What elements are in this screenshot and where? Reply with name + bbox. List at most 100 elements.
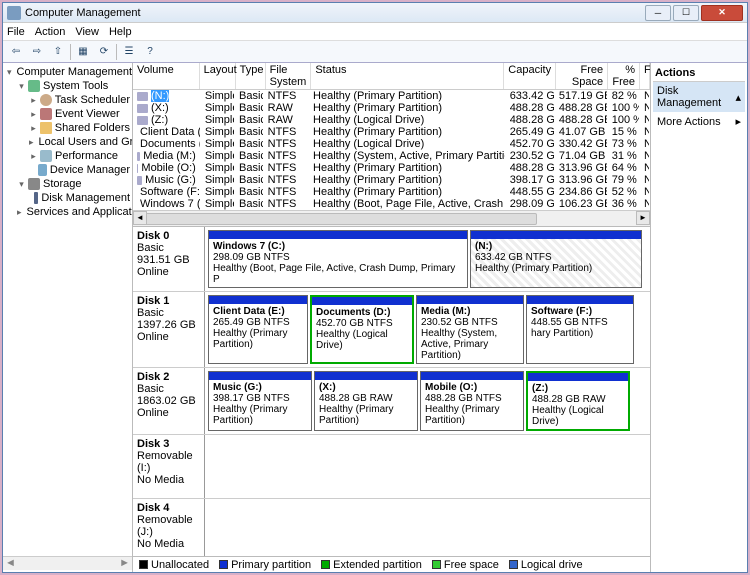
volume-row[interactable]: (N:)SimpleBasicNTFSHealthy (Primary Part… [133, 90, 650, 102]
disk-row[interactable]: Disk 3Removable (I:)No Media [133, 435, 650, 499]
back-icon[interactable]: ⇦ [7, 43, 25, 61]
volume-scrollbar[interactable]: ◄► [133, 210, 650, 226]
partition-health: Healthy (Primary Partition) [475, 263, 637, 274]
disk-status: Online [137, 407, 200, 419]
partition-name: Documents (D:) [316, 307, 408, 318]
help-icon[interactable]: ? [141, 43, 159, 61]
tree-node[interactable]: ▸Services and Applicati [3, 205, 132, 219]
partition[interactable]: (N:)633.42 GB NTFSHealthy (Primary Parti… [470, 230, 642, 288]
list-icon[interactable]: ☰ [120, 43, 138, 61]
partition[interactable]: Documents (D:)452.70 GB NTFSHealthy (Log… [310, 295, 414, 364]
expand-icon[interactable]: ▸ [29, 95, 38, 106]
tree-node[interactable]: ▸Local Users and Gr [3, 135, 132, 149]
volume-list[interactable]: Volume Layout Type File System Status Ca… [133, 63, 650, 227]
action-item[interactable]: More Actions▸ [653, 112, 745, 131]
menu-view[interactable]: View [75, 26, 99, 38]
col-filesystem[interactable]: File System [266, 63, 312, 89]
tree-node[interactable]: Disk Management [3, 191, 132, 205]
disk-map[interactable]: Disk 0Basic931.51 GBOnlineWindows 7 (C:)… [133, 227, 650, 556]
tree-label: Computer Management [17, 66, 132, 78]
partition-bar [421, 372, 523, 380]
legend-label: Extended partition [333, 559, 422, 571]
partition[interactable]: Windows 7 (C:)298.09 GB NTFSHealthy (Boo… [208, 230, 468, 288]
menu-help[interactable]: Help [109, 26, 132, 38]
partition[interactable]: Mobile (O:)488.28 GB NTFSHealthy (Primar… [420, 371, 524, 431]
volume-row[interactable]: (Z:)SimpleBasicRAWHealthy (Logical Drive… [133, 114, 650, 126]
disk-type: Removable (J:) [137, 514, 200, 538]
maximize-button[interactable]: ☐ [673, 5, 699, 21]
expand-icon[interactable]: ▾ [17, 179, 26, 190]
tree-node[interactable]: ▾ Computer Management [3, 65, 132, 79]
volume-row[interactable]: Windows 7 (C:)SimpleBasicNTFSHealthy (Bo… [133, 198, 650, 210]
tree-node[interactable]: ▾System Tools [3, 79, 132, 93]
col-status[interactable]: Status [311, 63, 504, 89]
tree-node[interactable]: ▸Shared Folders [3, 121, 132, 135]
expand-icon[interactable]: ▸ [29, 137, 34, 148]
disk-header[interactable]: Disk 1Basic1397.26 GBOnline [133, 292, 205, 367]
disk-header[interactable]: Disk 3Removable (I:)No Media [133, 435, 205, 498]
disk-row[interactable]: Disk 4Removable (J:)No Media [133, 499, 650, 556]
volume-row[interactable]: Mobile (O:)SimpleBasicNTFSHealthy (Prima… [133, 162, 650, 174]
volume-row[interactable]: Client Data (E:)SimpleBasicNTFSHealthy (… [133, 126, 650, 138]
navigation-tree[interactable]: ▾ Computer Management▾System Tools▸Task S… [3, 63, 133, 572]
partition[interactable]: (X:)488.28 GB RAWHealthy (Primary Partit… [314, 371, 418, 431]
disk-header[interactable]: Disk 0Basic931.51 GBOnline [133, 227, 205, 291]
disk-type: Removable (I:) [137, 450, 200, 474]
volume-row[interactable]: Software (F:)SimpleBasicNTFSHealthy (Pri… [133, 186, 650, 198]
tree-node[interactable]: ▾Storage [3, 177, 132, 191]
partition-name: Mobile (O:) [425, 382, 519, 393]
tree-label: Event Viewer [55, 108, 120, 120]
up-icon[interactable]: ⇧ [49, 43, 67, 61]
forward-icon[interactable]: ⇨ [28, 43, 46, 61]
volume-row[interactable]: (X:)SimpleBasicRAWHealthy (Primary Parti… [133, 102, 650, 114]
tree-node[interactable]: ▸ Event Viewer [3, 107, 132, 121]
menu-action[interactable]: Action [35, 26, 66, 38]
col-freespace[interactable]: Free Space [556, 63, 608, 89]
disk-row[interactable]: Disk 2Basic1863.02 GBOnlineMusic (G:)398… [133, 368, 650, 435]
titlebar[interactable]: Computer Management ─ ☐ ✕ [3, 3, 747, 23]
partition-size: 488.28 GB RAW [319, 393, 413, 404]
legend-item: Extended partition [321, 559, 422, 571]
col-capacity[interactable]: Capacity [504, 63, 556, 89]
expand-icon[interactable]: ▸ [29, 151, 38, 162]
menu-file[interactable]: File [7, 26, 25, 38]
tree-icon [28, 178, 40, 190]
col-pctfree[interactable]: % Free [608, 63, 640, 89]
expand-icon[interactable]: ▸ [17, 207, 22, 218]
disk-header[interactable]: Disk 2Basic1863.02 GBOnline [133, 368, 205, 434]
expand-icon[interactable]: ▾ [7, 67, 12, 78]
properties-icon[interactable]: ▦ [74, 43, 92, 61]
col-layout[interactable]: Layout [200, 63, 236, 89]
partition-size: 448.55 GB NTFS [531, 317, 629, 328]
col-fault[interactable]: Fa [640, 63, 650, 89]
volume-name: Client Data (E:) [140, 126, 201, 138]
partition[interactable]: Media (M:)230.52 GB NTFSHealthy (System,… [416, 295, 524, 364]
tree-node[interactable]: Device Manager [3, 163, 132, 177]
col-volume[interactable]: Volume [133, 63, 200, 89]
disk-header[interactable]: Disk 4Removable (J:)No Media [133, 499, 205, 556]
tree-node[interactable]: ▸Performance [3, 149, 132, 163]
partition[interactable]: Software (F:)448.55 GB NTFShary Partitio… [526, 295, 634, 364]
col-type[interactable]: Type [236, 63, 266, 89]
partition[interactable]: Client Data (E:)265.49 GB NTFSHealthy (P… [208, 295, 308, 364]
close-button[interactable]: ✕ [701, 5, 743, 21]
tree-node[interactable]: ▸Task Scheduler [3, 93, 132, 107]
disk-row[interactable]: Disk 0Basic931.51 GBOnlineWindows 7 (C:)… [133, 227, 650, 292]
volume-row[interactable]: Music (G:)SimpleBasicNTFSHealthy (Primar… [133, 174, 650, 186]
refresh-icon[interactable]: ⟳ [95, 43, 113, 61]
partition[interactable]: (Z:)488.28 GB RAWHealthy (Logical Drive) [526, 371, 630, 431]
expand-icon[interactable]: ▾ [17, 81, 26, 92]
tree-scrollbar[interactable]: ◄► [3, 556, 132, 570]
volume-header[interactable]: Volume Layout Type File System Status Ca… [133, 63, 650, 90]
toolbar: ⇦ ⇨ ⇧ ▦ ⟳ ☰ ? [3, 41, 747, 63]
legend-item: Unallocated [139, 559, 209, 571]
expand-icon[interactable]: ▸ [29, 123, 38, 134]
volume-row[interactable]: Documents (D:)SimpleBasicNTFSHealthy (Lo… [133, 138, 650, 150]
disk-size: 1397.26 GB [137, 319, 200, 331]
minimize-button[interactable]: ─ [645, 5, 671, 21]
disk-row[interactable]: Disk 1Basic1397.26 GBOnlineClient Data (… [133, 292, 650, 368]
volume-row[interactable]: Media (M:)SimpleBasicNTFSHealthy (System… [133, 150, 650, 162]
expand-icon[interactable]: ▸ [29, 109, 38, 120]
partition[interactable]: Music (G:)398.17 GB NTFSHealthy (Primary… [208, 371, 312, 431]
action-item[interactable]: Disk Management▴ [653, 82, 745, 112]
